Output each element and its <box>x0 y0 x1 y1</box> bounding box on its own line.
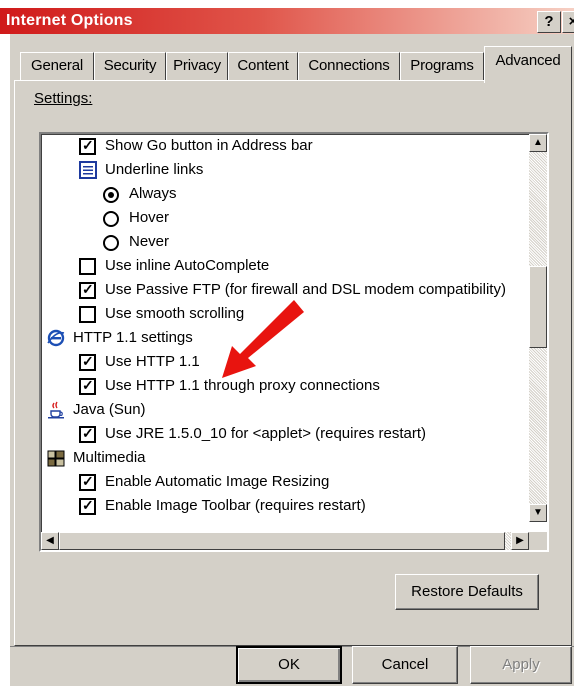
scroll-right-arrow-icon[interactable]: ▶ <box>511 532 529 550</box>
list-item-label: Java (Sun) <box>73 401 146 418</box>
list-item-label: Underline links <box>105 161 204 178</box>
tab-content[interactable]: Content <box>228 52 298 81</box>
list-item-label: HTTP 1.1 settings <box>73 329 193 346</box>
vertical-scroll-thumb[interactable] <box>529 266 547 348</box>
vertical-scrollbar[interactable]: ▲ ▼ <box>529 134 547 522</box>
list-item-label: Use inline AutoComplete <box>105 257 270 274</box>
radio-button[interactable] <box>103 235 119 251</box>
horizontal-scroll-thumb[interactable] <box>59 532 505 550</box>
tab-advanced[interactable]: Advanced <box>484 46 572 83</box>
horizontal-scrollbar[interactable]: ◀ ▶ <box>41 532 529 550</box>
list-item-label: Enable Image Toolbar (requires restart) <box>105 497 366 514</box>
list-item-label: Use JRE 1.5.0_10 for <applet> (requires … <box>105 425 426 442</box>
list-item-label: Use HTTP 1.1 <box>105 353 200 370</box>
dialog-body: General Security Privacy Content Connect… <box>10 34 574 686</box>
scrollbar-corner <box>529 532 547 550</box>
settings-label-text: Settings: <box>34 90 93 107</box>
multimedia-icon <box>47 450 65 467</box>
radio-button[interactable] <box>103 187 119 203</box>
list-item-label: Multimedia <box>73 449 146 466</box>
scroll-up-arrow-icon[interactable]: ▲ <box>529 134 547 152</box>
list-item-label: Never <box>129 233 170 250</box>
restore-defaults-button[interactable]: Restore Defaults <box>395 574 539 610</box>
close-button[interactable]: × <box>562 11 574 33</box>
checkbox[interactable] <box>79 306 96 323</box>
checkbox[interactable]: ✓ <box>79 281 96 299</box>
cancel-label: Cancel <box>381 656 429 673</box>
scroll-left-arrow-icon[interactable]: ◀ <box>41 532 59 550</box>
help-button[interactable]: ? <box>537 11 561 33</box>
checkbox[interactable] <box>79 258 96 275</box>
tab-privacy[interactable]: Privacy <box>166 52 228 81</box>
window-title: Internet Options <box>6 12 133 29</box>
checkbox[interactable]: ✓ <box>79 137 96 155</box>
checkbox[interactable]: ✓ <box>79 353 96 371</box>
tab-programs[interactable]: Programs <box>400 52 484 81</box>
apply-label: Apply <box>502 656 540 673</box>
title-bar[interactable]: Internet Options ? × <box>0 8 574 34</box>
ok-button[interactable]: OK <box>236 646 342 684</box>
java-cup-icon <box>48 401 64 419</box>
checkbox[interactable]: ✓ <box>79 497 96 515</box>
ok-label: OK <box>278 656 300 673</box>
apply-button[interactable]: Apply <box>470 646 572 684</box>
list-item-label: Always <box>129 185 177 202</box>
tab-strip: General Security Privacy Content Connect… <box>10 46 574 83</box>
tab-general[interactable]: General <box>20 52 94 81</box>
settings-label: Settings: <box>34 90 92 107</box>
tab-security[interactable]: Security <box>94 52 166 81</box>
internet-options-window: Internet Options ? × General Security Pr… <box>0 0 574 686</box>
checkbox[interactable]: ✓ <box>79 377 96 395</box>
checkbox[interactable]: ✓ <box>79 473 96 491</box>
list-item-label: Enable Automatic Image Resizing <box>105 473 330 490</box>
list-settings-icon <box>79 161 97 179</box>
checkbox[interactable]: ✓ <box>79 425 96 443</box>
restore-defaults-label: Restore Defaults <box>411 583 523 600</box>
list-item-label: Show Go button in Address bar <box>105 137 313 154</box>
scroll-down-arrow-icon[interactable]: ▼ <box>529 504 547 522</box>
internet-explorer-icon <box>47 329 65 347</box>
cancel-button[interactable]: Cancel <box>352 646 458 684</box>
radio-button[interactable] <box>103 211 119 227</box>
list-item-label: Hover <box>129 209 170 226</box>
annotation-arrow-icon <box>222 300 304 378</box>
tab-connections[interactable]: Connections <box>298 52 400 81</box>
